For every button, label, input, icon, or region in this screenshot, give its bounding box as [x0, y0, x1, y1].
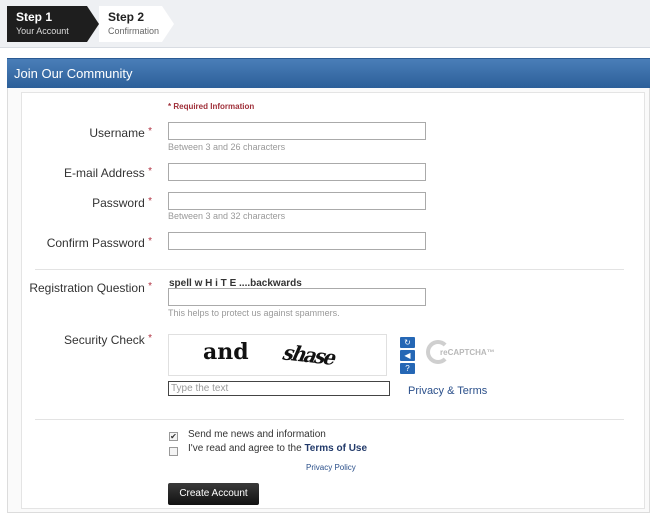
captcha-image: and shase [168, 334, 387, 376]
password-label: Password * [0, 196, 152, 210]
security-check-label: Security Check * [0, 333, 152, 347]
step-1-number: Step 1 [16, 10, 53, 24]
captcha-input[interactable]: Type the text [168, 381, 390, 396]
password-hint: Between 3 and 32 characters [168, 211, 286, 221]
help-icon[interactable]: ? [400, 363, 415, 374]
recaptcha-logo: reCAPTCHA™ [426, 340, 495, 366]
section-header: Join Our Community [7, 58, 650, 88]
email-label-text: E-mail Address [64, 166, 145, 180]
username-input[interactable] [168, 122, 426, 140]
terms-of-use-link[interactable]: Terms of Use [304, 443, 367, 454]
step-1: Step 1 Your Account [7, 6, 87, 42]
step-2-arrow [162, 6, 174, 42]
step-2-label: Confirmation [108, 26, 160, 36]
registration-question-hint: This helps to protect us against spammer… [168, 308, 340, 318]
divider [35, 269, 624, 270]
recaptcha-logo-text: reCAPTCHA™ [440, 348, 495, 357]
step-2-number: Step 2 [108, 10, 145, 24]
captcha-word-1: and [203, 339, 249, 365]
email-label: E-mail Address * [0, 166, 152, 180]
confirm-password-input[interactable] [168, 232, 426, 250]
password-input[interactable] [168, 192, 426, 210]
required-star: * [148, 281, 152, 292]
step-2: Step 2 Confirmation [99, 6, 162, 42]
confirm-password-label-text: Confirm Password [46, 236, 145, 250]
divider [35, 419, 624, 420]
newsletter-label: Send me news and information [188, 429, 326, 440]
create-account-button[interactable]: Create Account [168, 483, 259, 505]
audio-icon[interactable]: ◀ [400, 350, 415, 361]
privacy-policy-link[interactable]: Privacy Policy [306, 463, 356, 472]
terms-prefix: I've read and agree to the [188, 443, 305, 454]
captcha-word-2: shase [278, 340, 340, 370]
required-star: * [148, 236, 152, 247]
step-1-label: Your Account [16, 26, 69, 36]
terms-label: I've read and agree to the Terms of Use [188, 443, 367, 454]
username-label-text: Username [89, 126, 145, 140]
registration-question-label: Registration Question * [0, 281, 152, 295]
registration-question-label-text: Registration Question [29, 281, 145, 295]
step-1-arrow [87, 6, 99, 42]
required-star: * [148, 333, 152, 344]
confirm-password-label: Confirm Password * [0, 236, 152, 250]
newsletter-checkbox[interactable]: ✔ [169, 432, 178, 441]
username-label: Username * [0, 126, 152, 140]
security-check-label-text: Security Check [64, 333, 145, 347]
required-info: * Required Information [168, 102, 255, 111]
required-star: * [148, 126, 152, 137]
section-title: Join Our Community [14, 66, 133, 81]
steps-bar: Step 1 Your Account Step 2 Confirmation [0, 0, 650, 48]
required-star: * [148, 166, 152, 177]
terms-checkbox[interactable] [169, 447, 178, 456]
password-label-text: Password [92, 196, 145, 210]
required-star: * [148, 196, 152, 207]
email-input[interactable] [168, 163, 426, 181]
refresh-icon[interactable]: ↻ [400, 337, 415, 348]
privacy-terms-link[interactable]: Privacy & Terms [408, 385, 487, 397]
username-hint: Between 3 and 26 characters [168, 142, 286, 152]
registration-answer-input[interactable] [168, 288, 426, 306]
